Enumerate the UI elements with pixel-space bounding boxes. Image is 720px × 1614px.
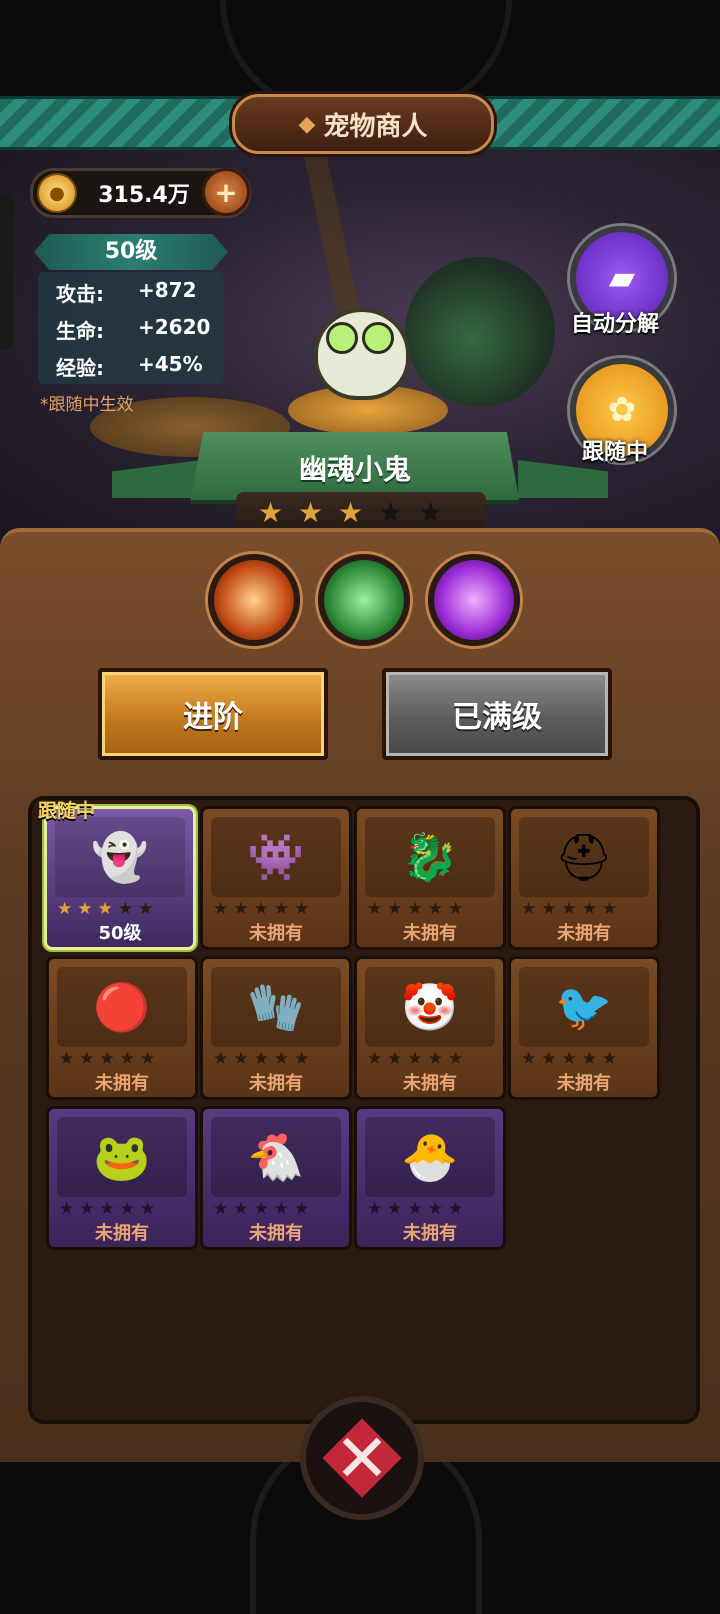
scene-flask xyxy=(405,257,555,407)
pet-card[interactable]: 👻 ★★★★★ 50级 xyxy=(44,806,196,950)
stat-value: +872 xyxy=(138,278,197,302)
stat-exp: 经验: +45% xyxy=(38,346,224,382)
card-stars: ★★★★★ xyxy=(57,899,159,919)
chest-monster-icon: 👾 xyxy=(247,830,305,884)
card-status: 未拥有 xyxy=(95,1223,149,1244)
card-stars: ★★★★★ xyxy=(367,899,469,919)
card-status: 未拥有 xyxy=(249,1223,303,1244)
card-stars: ★★★★★ xyxy=(367,1199,469,1219)
stat-value: +45% xyxy=(138,352,203,376)
plus-icon: + xyxy=(214,175,238,209)
pet-card[interactable]: 🐔 ★★★★★ 未拥有 xyxy=(200,1106,352,1250)
stat-label: 攻击: xyxy=(56,282,104,306)
pet-card[interactable]: 🐸 ★★★★★ 未拥有 xyxy=(46,1106,198,1250)
skill-claw-icon[interactable] xyxy=(318,554,410,646)
clown-icon: 🤡 xyxy=(401,980,459,1034)
skill-chat-icon[interactable] xyxy=(428,554,520,646)
stats-panel: 攻击: +872 生命: +2620 经验: +45% xyxy=(38,272,224,384)
gold-coin-icon: ● xyxy=(37,173,77,213)
card-status: 未拥有 xyxy=(249,1073,303,1094)
star-filled-icon: ★ xyxy=(298,496,324,529)
card-stars: ★★★★★ xyxy=(59,1199,161,1219)
card-status: 未拥有 xyxy=(557,1073,611,1094)
crow-icon: 🐦 xyxy=(555,980,613,1034)
close-button[interactable]: ✕ xyxy=(300,1396,424,1520)
dragon-icon: 🐉 xyxy=(401,830,459,884)
left-edge-handle xyxy=(0,195,14,350)
stat-value: +2620 xyxy=(138,315,211,339)
close-icon: ✕ xyxy=(334,1419,390,1497)
ghost-pet-icon: 👻 xyxy=(91,830,149,884)
chicken-icon: 🐔 xyxy=(247,1130,305,1184)
star-filled-icon: ★ xyxy=(258,496,284,529)
currency-bar: ● 315.4万 + xyxy=(30,168,251,218)
pet-level: 50级 xyxy=(34,234,228,270)
star-empty-icon: ★ xyxy=(378,496,404,529)
card-status: 未拥有 xyxy=(95,1073,149,1094)
following-tag: 跟随中 xyxy=(38,800,96,822)
card-stars: ★★★★★ xyxy=(521,1049,623,1069)
card-stars: ★★★★★ xyxy=(521,899,623,919)
stat-label: 经验: xyxy=(56,356,104,380)
card-status: 未拥有 xyxy=(403,1223,457,1244)
pet-card[interactable]: 🤡 ★★★★★ 未拥有 xyxy=(354,956,506,1100)
stat-label: 生命: xyxy=(56,319,104,343)
pet-card[interactable]: 🐉 ★★★★★ 未拥有 xyxy=(354,806,506,950)
ghost-pet-icon xyxy=(308,292,410,400)
auto-decompose-label: 自动分解 xyxy=(570,312,659,337)
fox-icon: ◆ xyxy=(298,111,316,137)
pet-card[interactable]: 🐣 ★★★★★ 未拥有 xyxy=(354,1106,506,1250)
title-plate: ◆ 宠物商人 xyxy=(232,94,494,154)
knight-icon: ⛑ xyxy=(554,830,614,884)
card-stars: ★★★★★ xyxy=(367,1049,469,1069)
pet-star-rating: ★ ★ ★ ★ ★ xyxy=(236,492,486,532)
pet-name: 幽魂小鬼 xyxy=(298,453,411,486)
pet-card[interactable]: 🔴 ★★★★★ 未拥有 xyxy=(46,956,198,1100)
card-status: 未拥有 xyxy=(403,923,457,944)
card-status: 未拥有 xyxy=(249,923,303,944)
card-status: 未拥有 xyxy=(557,923,611,944)
card-stars: ★★★★★ xyxy=(213,1049,315,1069)
add-currency-button[interactable]: + xyxy=(202,168,250,216)
pet-card[interactable]: 🧤 ★★★★★ 未拥有 xyxy=(200,956,352,1100)
follow-label: 跟随中 xyxy=(581,440,648,465)
star-empty-icon: ★ xyxy=(418,496,444,529)
gauntlet-icon: 🧤 xyxy=(247,980,305,1034)
star-filled-icon: ★ xyxy=(338,496,364,529)
frog-icon: 🐸 xyxy=(93,1130,151,1184)
card-stars: ★★★★★ xyxy=(213,1199,315,1219)
daruma-icon: 🔴 xyxy=(93,980,151,1034)
currency-amount: 315.4万 xyxy=(98,183,190,208)
egg-bird-icon: 🐣 xyxy=(401,1130,459,1184)
skill-burst-icon[interactable] xyxy=(208,554,300,646)
card-status: 未拥有 xyxy=(403,1073,457,1094)
stat-note: *跟随中生效 xyxy=(40,395,134,415)
pet-card[interactable]: 🐦 ★★★★★ 未拥有 xyxy=(508,956,660,1100)
pet-card[interactable]: ⛑ ★★★★★ 未拥有 xyxy=(508,806,660,950)
stat-attack: 攻击: +872 xyxy=(38,272,224,308)
page-title: 宠物商人 xyxy=(323,111,428,142)
advance-button[interactable]: 进阶 xyxy=(98,668,328,760)
stat-health: 生命: +2620 xyxy=(38,309,224,345)
card-status: 50级 xyxy=(98,923,142,944)
pet-card[interactable]: 👾 ★★★★★ 未拥有 xyxy=(200,806,352,950)
card-stars: ★★★★★ xyxy=(213,899,315,919)
maxed-button[interactable]: 已满级 xyxy=(382,668,612,760)
card-stars: ★★★★★ xyxy=(59,1049,161,1069)
